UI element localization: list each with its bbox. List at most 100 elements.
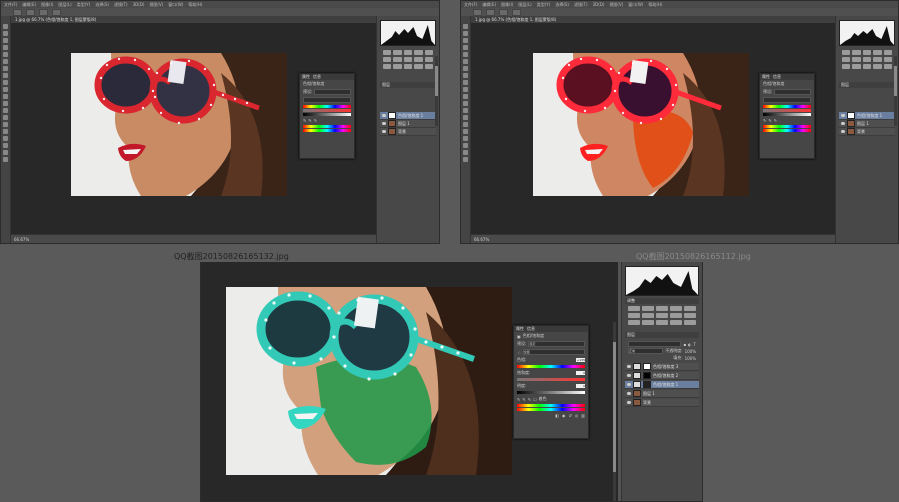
option-toggle[interactable]: [499, 8, 508, 16]
menu-item[interactable]: 滤镜(T): [114, 2, 128, 8]
lightness-value-input[interactable]: 0: [576, 384, 585, 388]
layer-row[interactable]: 色相/饱和度 1: [839, 112, 895, 120]
menu-item[interactable]: 图像(I): [41, 2, 53, 8]
saturation-value-input[interactable]: 0: [576, 371, 585, 375]
lasso-tool-icon[interactable]: [463, 38, 468, 43]
menu-item[interactable]: 窗口(W): [628, 2, 643, 8]
menu-item[interactable]: 编辑(E): [482, 2, 496, 8]
dodge-tool-icon[interactable]: [463, 115, 468, 120]
selective-color-icon[interactable]: [883, 64, 892, 69]
menu-item[interactable]: 图层(L): [58, 2, 71, 8]
saturation-slider[interactable]: [763, 109, 811, 112]
exposure-icon[interactable]: [670, 306, 682, 311]
tool-preset-picker[interactable]: [13, 8, 22, 16]
black-white-icon[interactable]: [656, 313, 668, 318]
channel-select[interactable]: 全图: [522, 349, 585, 355]
tool-preset-picker[interactable]: [473, 8, 482, 16]
healing-tool-icon[interactable]: [3, 66, 8, 71]
type-tool-icon[interactable]: [3, 129, 8, 134]
info-tab[interactable]: 信息: [527, 326, 535, 332]
zoom-tool-icon[interactable]: [3, 157, 8, 162]
layer-row[interactable]: 色相/饱和度 3: [625, 363, 699, 371]
eyedropper-icon[interactable]: ✎: [303, 118, 306, 123]
canvas-scrollbar[interactable]: [613, 322, 616, 501]
info-tab[interactable]: 信息: [773, 74, 781, 80]
saturation-slider[interactable]: [303, 109, 351, 112]
levels-icon[interactable]: [642, 306, 654, 311]
hue-slider[interactable]: [517, 365, 585, 368]
curves-icon[interactable]: [656, 306, 668, 311]
layer-row[interactable]: 色相/饱和度 1: [625, 381, 699, 389]
channel-select[interactable]: [303, 97, 351, 103]
layer-row[interactable]: 图层 1: [380, 120, 436, 128]
menu-item[interactable]: 编辑(E): [22, 2, 36, 8]
gradient-map-icon[interactable]: [414, 64, 423, 69]
adjustments-tab[interactable]: 调整: [627, 298, 635, 304]
filter-adjust-icon[interactable]: ◐: [688, 342, 692, 347]
brightness-icon[interactable]: [842, 50, 851, 55]
move-tool-icon[interactable]: [463, 24, 468, 29]
eye-icon[interactable]: [382, 114, 386, 117]
eye-icon[interactable]: [627, 383, 631, 386]
vibrance-icon[interactable]: [883, 50, 892, 55]
color-balance-icon[interactable]: [642, 313, 654, 318]
option-toggle[interactable]: [39, 8, 48, 16]
option-toggle[interactable]: [52, 8, 61, 16]
eyedropper-plus-icon[interactable]: ✎: [522, 397, 525, 402]
info-tab[interactable]: 信息: [313, 74, 321, 80]
eyedropper-plus-icon[interactable]: ✎: [308, 118, 311, 123]
vibrance-icon[interactable]: [684, 306, 696, 311]
eyedropper-tool-icon[interactable]: [463, 59, 468, 64]
eye-icon[interactable]: [627, 392, 631, 395]
exposure-icon[interactable]: [873, 50, 882, 55]
invert-icon[interactable]: [628, 320, 640, 325]
vibrance-icon[interactable]: [424, 50, 433, 55]
threshold-icon[interactable]: [862, 64, 872, 69]
menu-item[interactable]: 文件(F): [464, 2, 477, 8]
menu-item[interactable]: 视图(V): [609, 2, 623, 8]
view-previous-icon[interactable]: ◉: [562, 413, 566, 418]
quick-select-tool-icon[interactable]: [3, 45, 8, 50]
eyedropper-minus-icon[interactable]: ✎: [774, 118, 777, 123]
menu-item[interactable]: 文件(F): [4, 2, 17, 8]
eyedropper-minus-icon[interactable]: ✎: [314, 118, 317, 123]
channel-select[interactable]: [763, 97, 811, 103]
hue-sat-icon[interactable]: [628, 313, 640, 318]
hue-slider[interactable]: [303, 105, 351, 108]
preset-select[interactable]: 自定: [528, 341, 585, 347]
properties-tab[interactable]: 属性: [762, 74, 770, 80]
option-toggle[interactable]: [486, 8, 495, 16]
crop-tool-icon[interactable]: [463, 52, 468, 57]
eye-icon[interactable]: [382, 130, 386, 133]
pen-tool-icon[interactable]: [3, 122, 8, 127]
brush-tool-icon[interactable]: [3, 73, 8, 78]
curves-icon[interactable]: [862, 50, 872, 55]
hand-adjust-icon[interactable]: ☜: [517, 350, 521, 355]
shape-tool-icon[interactable]: [463, 143, 468, 148]
stamp-tool-icon[interactable]: [463, 80, 468, 85]
curves-icon[interactable]: [403, 50, 413, 55]
filter-type-icon[interactable]: T: [694, 342, 696, 347]
levels-icon[interactable]: [393, 50, 402, 55]
layers-tab[interactable]: 图层: [627, 332, 635, 338]
clip-to-layer-icon[interactable]: ◧: [555, 413, 559, 418]
path-select-tool-icon[interactable]: [463, 136, 468, 141]
brush-tool-icon[interactable]: [463, 73, 468, 78]
hue-sat-icon[interactable]: [842, 57, 851, 62]
photo-filter-icon[interactable]: [414, 57, 423, 62]
path-select-tool-icon[interactable]: [3, 136, 8, 141]
channel-mixer-icon[interactable]: [684, 313, 696, 318]
layer-row[interactable]: 图层 1: [839, 120, 895, 128]
panel-scrollbar[interactable]: [435, 56, 438, 126]
menu-item[interactable]: 类型(Y): [77, 2, 91, 8]
eye-icon[interactable]: [627, 374, 631, 377]
blur-tool-icon[interactable]: [3, 108, 8, 113]
layer-row[interactable]: 色相/饱和度 2: [625, 372, 699, 380]
shape-tool-icon[interactable]: [3, 143, 8, 148]
dodge-tool-icon[interactable]: [3, 115, 8, 120]
preset-select[interactable]: [314, 89, 351, 95]
layer-row[interactable]: 图层 1: [625, 390, 699, 398]
menu-item[interactable]: 帮助(H): [648, 2, 662, 8]
posterize-icon[interactable]: [642, 320, 654, 325]
color-balance-icon[interactable]: [393, 57, 402, 62]
